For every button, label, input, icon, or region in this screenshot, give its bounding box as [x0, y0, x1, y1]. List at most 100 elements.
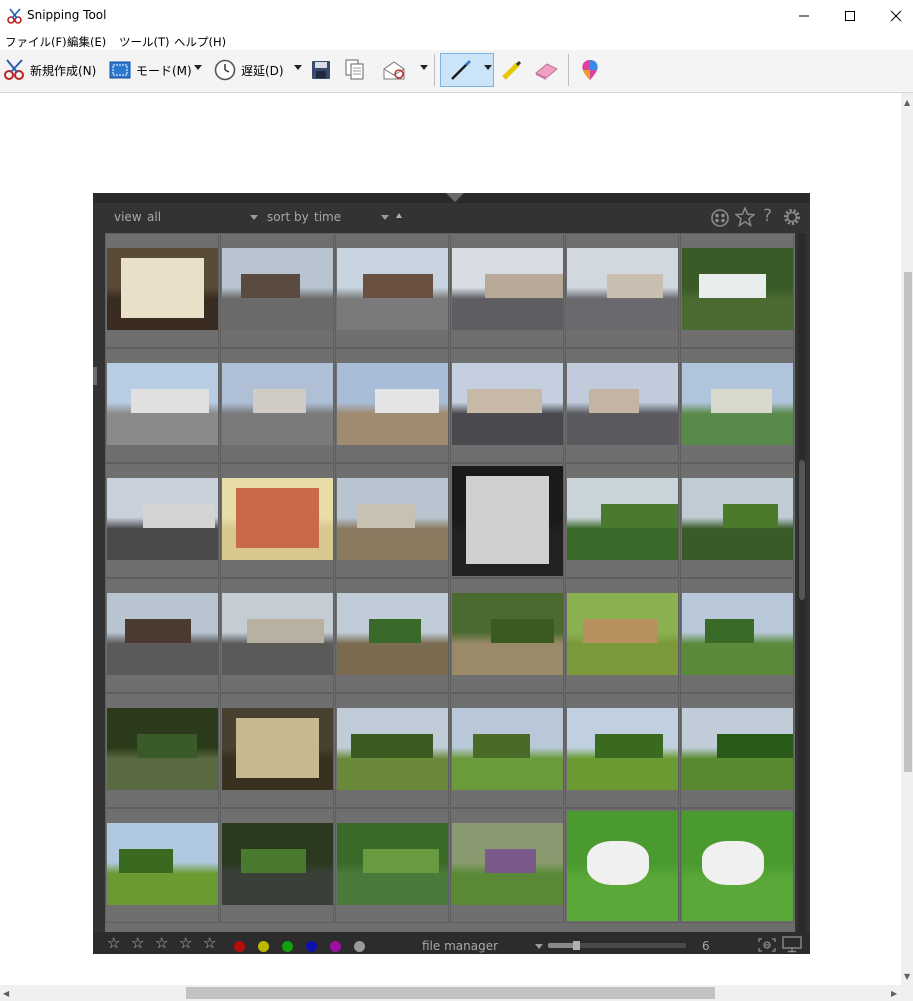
- scroll-left-arrow[interactable]: ◀: [3, 989, 9, 998]
- scroll-up-arrow[interactable]: ▲: [904, 98, 910, 107]
- thumbnail-cell[interactable]: [450, 808, 564, 923]
- color-label-dot[interactable]: [330, 941, 341, 952]
- thumbnail-cell[interactable]: [105, 578, 219, 693]
- color-label-dot[interactable]: [306, 941, 317, 952]
- thumbnail-cell[interactable]: [105, 463, 219, 578]
- thumbnail-cell[interactable]: [680, 348, 794, 463]
- mode-button[interactable]: モード(M): [109, 58, 192, 82]
- send-dropdown-arrow[interactable]: [420, 65, 428, 70]
- sort-dropdown-arrow[interactable]: [381, 215, 389, 220]
- thumbnail-cell[interactable]: [450, 233, 564, 348]
- color-label-dot[interactable]: [234, 941, 245, 952]
- thumbnail-cell[interactable]: [680, 808, 794, 923]
- top-panel-toggle-arrow[interactable]: [446, 193, 464, 202]
- menu-file[interactable]: ファイル(F): [5, 34, 67, 50]
- thumbnail-cell[interactable]: [565, 463, 679, 578]
- thumbnail-cell[interactable]: [680, 578, 794, 693]
- horizontal-scroll-thumb[interactable]: [186, 987, 715, 999]
- thumbnail-cell[interactable]: [680, 463, 794, 578]
- thumbnail-cell[interactable]: [335, 578, 449, 693]
- sort-value[interactable]: time: [314, 210, 341, 224]
- save-button[interactable]: [311, 58, 331, 82]
- thumbnail-cell[interactable]: [220, 693, 334, 808]
- menu-help[interactable]: ヘルプ(H): [174, 34, 226, 50]
- display-profile-icon[interactable]: [782, 936, 802, 953]
- photo-thumbnail: [107, 478, 218, 560]
- delay-button[interactable]: 遅延(D): [214, 58, 284, 82]
- view-dropdown-arrow[interactable]: [250, 215, 258, 220]
- grouping-icon[interactable]: [710, 208, 730, 228]
- zoom-value[interactable]: 6: [702, 939, 710, 953]
- pen-button[interactable]: [449, 58, 473, 82]
- thumbnail-cell[interactable]: [450, 463, 564, 578]
- thumbnail-cell[interactable]: [565, 348, 679, 463]
- view-value[interactable]: all: [147, 210, 161, 224]
- vertical-scroll-thumb[interactable]: [904, 272, 912, 772]
- color-label-dot[interactable]: [258, 941, 269, 952]
- thumbnail-cell[interactable]: [105, 233, 219, 348]
- thumbnail-cell[interactable]: [220, 808, 334, 923]
- thumbnail-cell[interactable]: [105, 693, 219, 808]
- photo-subject: [241, 849, 306, 873]
- menu-tools[interactable]: ツール(T): [119, 34, 170, 50]
- thumbnail-cell[interactable]: [105, 808, 219, 923]
- mode-dropdown-arrow[interactable]: [194, 65, 202, 70]
- thumbnail-cell[interactable]: [680, 233, 794, 348]
- delay-dropdown-arrow[interactable]: [294, 65, 302, 70]
- scroll-right-arrow[interactable]: ▶: [891, 989, 897, 998]
- color-label-dot[interactable]: [354, 941, 365, 952]
- thumbnail-cell[interactable]: [220, 233, 334, 348]
- layout-dropdown-arrow[interactable]: [535, 944, 543, 949]
- thumbnail-cell[interactable]: [450, 578, 564, 693]
- photo-thumbnail: [567, 811, 678, 921]
- copy-button[interactable]: [345, 58, 365, 82]
- rating-star-4[interactable]: ☆: [179, 934, 192, 952]
- paint3d-button[interactable]: [579, 58, 601, 82]
- thumbnail-cell[interactable]: [220, 463, 334, 578]
- photo-thumbnail: [337, 248, 448, 330]
- thumbnail-cell[interactable]: [450, 693, 564, 808]
- maximize-button[interactable]: [827, 0, 873, 31]
- pen-dropdown-arrow[interactable]: [484, 65, 492, 70]
- thumbnail-cell[interactable]: [335, 808, 449, 923]
- thumbnail-cell[interactable]: [565, 578, 679, 693]
- thumbnail-cell[interactable]: [565, 233, 679, 348]
- rating-star-2[interactable]: ☆: [131, 934, 144, 952]
- zoom-slider-handle[interactable]: [573, 941, 580, 950]
- thumbnail-cell[interactable]: [335, 233, 449, 348]
- sort-order-arrow[interactable]: [396, 213, 402, 218]
- thumbnail-cell[interactable]: [220, 578, 334, 693]
- thumbnail-cell[interactable]: [335, 463, 449, 578]
- close-button[interactable]: [873, 0, 913, 31]
- layout-label[interactable]: file manager: [422, 939, 498, 953]
- rating-star-3[interactable]: ☆: [155, 934, 168, 952]
- new-snip-button[interactable]: 新規作成(N): [2, 58, 96, 82]
- send-snip-button[interactable]: [382, 58, 406, 82]
- scroll-down-arrow[interactable]: ▼: [904, 972, 910, 981]
- color-label-dot[interactable]: [282, 941, 293, 952]
- left-panel-toggle[interactable]: [93, 367, 97, 385]
- star-icon[interactable]: [735, 207, 755, 227]
- thumbnail-cell[interactable]: [335, 348, 449, 463]
- minimize-button[interactable]: [781, 0, 827, 31]
- menu-edit[interactable]: 編集(E): [67, 34, 106, 50]
- lighttable-scroll-thumb[interactable]: [799, 460, 805, 600]
- thumbnail-cell[interactable]: [680, 693, 794, 808]
- thumbnail-cell[interactable]: [220, 348, 334, 463]
- help-icon[interactable]: ?: [763, 206, 772, 226]
- photo-thumbnail: [682, 478, 793, 560]
- highlighter-button[interactable]: [500, 58, 524, 82]
- thumbnail-cell[interactable]: [565, 693, 679, 808]
- eraser-button[interactable]: [533, 58, 559, 82]
- photo-subject: [587, 841, 649, 885]
- thumbnail-cell[interactable]: [450, 348, 564, 463]
- focus-peaking-icon[interactable]: [758, 938, 776, 952]
- scissors-icon: [7, 8, 22, 24]
- thumbnail-cell[interactable]: [105, 348, 219, 463]
- rating-star-1[interactable]: ☆: [107, 934, 120, 952]
- thumbnail-cell[interactable]: [565, 808, 679, 923]
- thumbnail-cell[interactable]: [335, 693, 449, 808]
- gear-icon[interactable]: [782, 207, 802, 227]
- photo-thumbnail: [107, 708, 218, 790]
- rating-star-5[interactable]: ☆: [203, 934, 216, 952]
